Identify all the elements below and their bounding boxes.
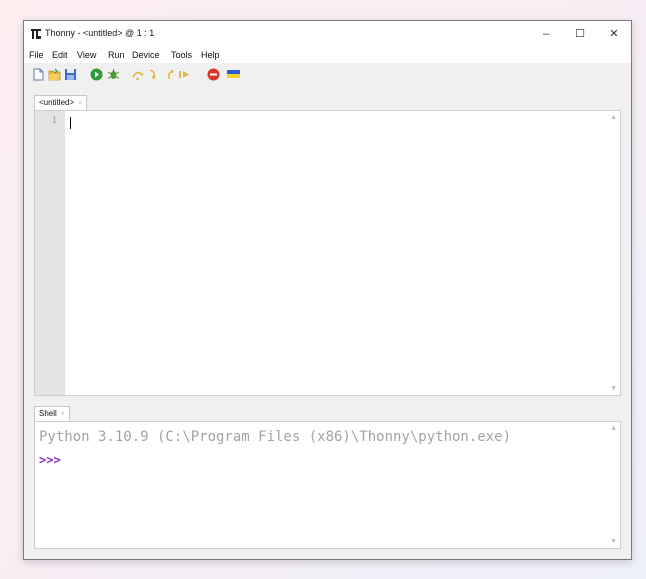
line-number-gutter: 1 xyxy=(35,111,65,395)
tab-shell-label: Shell xyxy=(39,409,57,418)
tab-untitled[interactable]: <untitled> × xyxy=(34,95,88,110)
menu-tools[interactable]: Tools xyxy=(171,50,192,60)
close-button[interactable]: ✕ xyxy=(597,21,631,47)
thonny-logo-icon xyxy=(31,29,41,39)
save-icon[interactable] xyxy=(64,68,77,81)
open-file-icon[interactable] xyxy=(48,68,61,81)
stop-icon[interactable] xyxy=(207,68,220,81)
scroll-down-icon[interactable]: ▼ xyxy=(610,538,617,545)
menu-run[interactable]: Run xyxy=(108,50,125,60)
code-editor[interactable]: 1 ▲ ▼ xyxy=(34,110,621,396)
debug-icon[interactable] xyxy=(107,68,120,81)
tab-close-icon[interactable]: × xyxy=(78,100,82,107)
minimize-button[interactable]: – xyxy=(529,21,563,47)
title-bar[interactable]: Thonny - <untitled> @ 1 : 1 – ☐ ✕ xyxy=(24,21,631,47)
resume-icon[interactable] xyxy=(178,68,191,81)
step-over-icon[interactable] xyxy=(131,68,144,81)
run-icon[interactable] xyxy=(90,68,103,81)
thonny-window: Thonny - <untitled> @ 1 : 1 – ☐ ✕ File E… xyxy=(23,20,632,560)
shell-prompt: >>> xyxy=(39,453,61,467)
scroll-down-icon[interactable]: ▼ xyxy=(610,385,617,392)
menu-bar: File Edit View Run Device Tools Help xyxy=(24,47,631,63)
menu-device[interactable]: Device xyxy=(132,50,160,60)
shell-panel[interactable]: Python 3.10.9 (C:\Program Files (x86)\Th… xyxy=(34,421,621,549)
tab-shell[interactable]: Shell × xyxy=(34,406,70,421)
window-title: Thonny - <untitled> @ 1 : 1 xyxy=(45,28,155,38)
shell-banner: Python 3.10.9 (C:\Program Files (x86)\Th… xyxy=(39,429,512,445)
new-file-icon[interactable] xyxy=(32,68,45,81)
tab-untitled-label: <untitled> xyxy=(39,98,75,107)
text-cursor xyxy=(70,117,71,129)
tab-close-icon[interactable]: × xyxy=(61,411,65,418)
step-into-icon[interactable] xyxy=(147,68,160,81)
menu-edit[interactable]: Edit xyxy=(52,50,68,60)
scroll-up-icon[interactable]: ▲ xyxy=(610,425,617,432)
menu-view[interactable]: View xyxy=(77,50,96,60)
maximize-button[interactable]: ☐ xyxy=(563,21,597,47)
step-out-icon[interactable] xyxy=(163,68,176,81)
menu-help[interactable]: Help xyxy=(201,50,220,60)
toolbar xyxy=(24,63,631,87)
menu-file[interactable]: File xyxy=(29,50,44,60)
flag-icon[interactable] xyxy=(227,68,240,81)
line-number: 1 xyxy=(51,116,57,126)
scroll-up-icon[interactable]: ▲ xyxy=(610,114,617,121)
